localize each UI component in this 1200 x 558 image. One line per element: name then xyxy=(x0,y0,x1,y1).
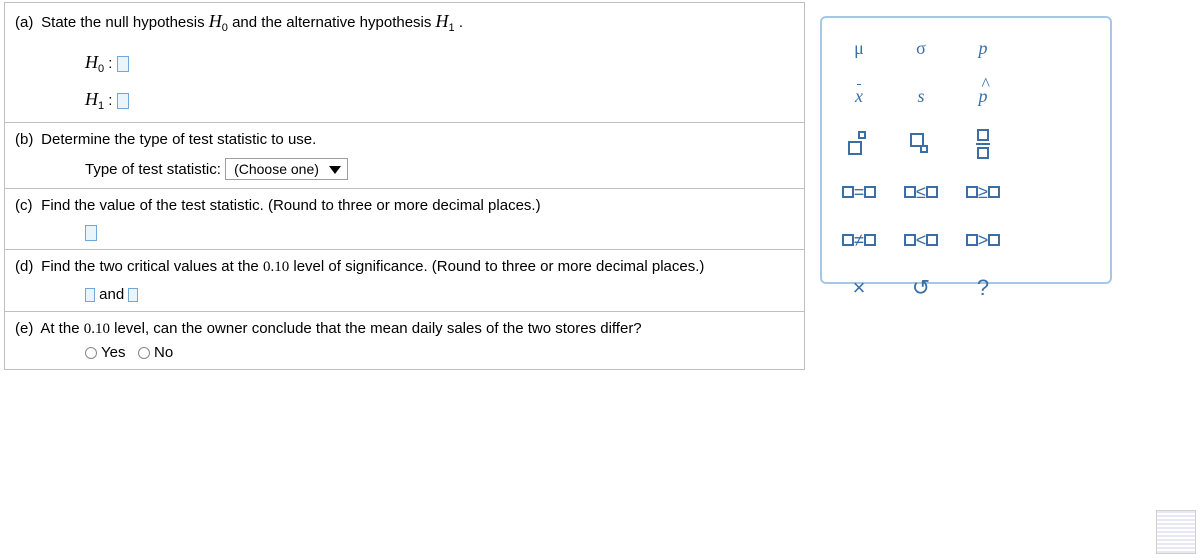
part-b-cell: (b) Determine the type of test statistic… xyxy=(5,123,805,189)
part-a-text1: State the null hypothesis xyxy=(41,14,209,31)
palette-gt[interactable]: > xyxy=(954,218,1012,262)
palette-phat[interactable]: p xyxy=(954,74,1012,118)
h0-left-sub: 0 xyxy=(98,63,104,75)
question-table: (a) State the null hypothesis H0 and the… xyxy=(4,2,805,370)
palette-superscript[interactable] xyxy=(830,122,888,166)
palette-ne[interactable]: ≠ xyxy=(830,218,888,262)
no-radio[interactable] xyxy=(138,347,150,359)
part-b-label: (b) xyxy=(15,131,37,148)
yes-label: Yes xyxy=(101,344,125,361)
critical-values-row: and xyxy=(85,286,794,303)
h1-sub: 1 xyxy=(449,22,455,34)
part-c-label: (c) xyxy=(15,197,37,214)
palette-sigma[interactable]: σ xyxy=(892,26,950,70)
h0-sub: 0 xyxy=(222,22,228,34)
palette-ge[interactable]: ≥ xyxy=(954,170,1012,214)
critical-value-2-input[interactable] xyxy=(128,288,138,302)
no-label: No xyxy=(154,344,173,361)
critical-value-1-input[interactable] xyxy=(85,288,95,302)
part-a-label: (a) xyxy=(15,14,37,31)
palette-xbar[interactable]: x xyxy=(830,74,888,118)
part-d-cell: (d) Find the two critical values at the … xyxy=(5,250,805,312)
thumbnail-preview[interactable] xyxy=(1156,510,1196,554)
part-a-text3: . xyxy=(459,14,463,31)
h0-input[interactable] xyxy=(117,56,129,72)
palette-help[interactable]: ? xyxy=(954,266,1012,310)
h1-left-sub: 1 xyxy=(98,100,104,112)
palette-p[interactable]: p xyxy=(954,26,1012,70)
and-text: and xyxy=(99,286,128,303)
close-icon: × xyxy=(853,275,866,301)
undo-icon: ↺ xyxy=(912,275,930,301)
part-e-text1: At the xyxy=(40,320,83,337)
test-stat-row: Type of test statistic: (Choose one) xyxy=(85,158,794,180)
test-stat-select-text: (Choose one) xyxy=(234,161,319,177)
h1-input[interactable] xyxy=(117,93,129,109)
part-c-cell: (c) Find the value of the test statistic… xyxy=(5,189,805,250)
palette-clear[interactable]: × xyxy=(830,266,888,310)
palette-lt[interactable]: < xyxy=(892,218,950,262)
test-stat-prompt: Type of test statistic: xyxy=(85,161,221,178)
h0-left: H xyxy=(85,52,98,72)
part-c-text: Find the value of the test statistic. (R… xyxy=(41,197,540,214)
part-d-label: (d) xyxy=(15,258,37,275)
palette-le[interactable]: ≤ xyxy=(892,170,950,214)
palette-mu[interactable]: μ xyxy=(830,26,888,70)
part-e-text2: level, can the owner conclude that the m… xyxy=(114,320,642,337)
palette-s[interactable]: s xyxy=(892,74,950,118)
test-stat-value-input[interactable] xyxy=(85,225,97,241)
h1-input-row: H1 : xyxy=(85,89,794,112)
yes-radio[interactable] xyxy=(85,347,97,359)
test-stat-value-row xyxy=(85,224,794,241)
palette-fraction[interactable] xyxy=(954,122,1012,166)
palette-equals[interactable]: = xyxy=(830,170,888,214)
palette-undo[interactable]: ↺ xyxy=(892,266,950,310)
part-b-text: Determine the type of test statistic to … xyxy=(41,131,316,148)
yes-no-row: Yes No xyxy=(85,344,794,361)
h0-symbol: H xyxy=(209,11,222,31)
test-stat-select[interactable]: (Choose one) xyxy=(225,158,348,180)
h0-input-row: H0 : xyxy=(85,52,794,75)
h1-colon: : xyxy=(108,92,116,109)
h1-symbol: H xyxy=(436,11,449,31)
part-d-text1: Find the two critical values at the xyxy=(41,258,263,275)
part-a-cell: (a) State the null hypothesis H0 and the… xyxy=(5,3,805,123)
part-d-alpha: 0.10 xyxy=(263,259,289,275)
help-icon: ? xyxy=(977,275,989,301)
part-e-alpha: 0.10 xyxy=(84,321,110,337)
symbol-palette: μ σ p x s p = ≤ ≥ ≠ < > × ↺ ? xyxy=(820,16,1112,284)
part-d-text2: level of significance. (Round to three o… xyxy=(293,258,704,275)
h1-left: H xyxy=(85,89,98,109)
part-e-cell: (e) At the 0.10 level, can the owner con… xyxy=(5,312,805,370)
part-e-label: (e) xyxy=(15,320,37,337)
chevron-down-icon xyxy=(329,166,341,174)
part-a-text2: and the alternative hypothesis xyxy=(232,14,435,31)
h0-colon: : xyxy=(108,55,116,72)
palette-subscript[interactable] xyxy=(892,122,950,166)
